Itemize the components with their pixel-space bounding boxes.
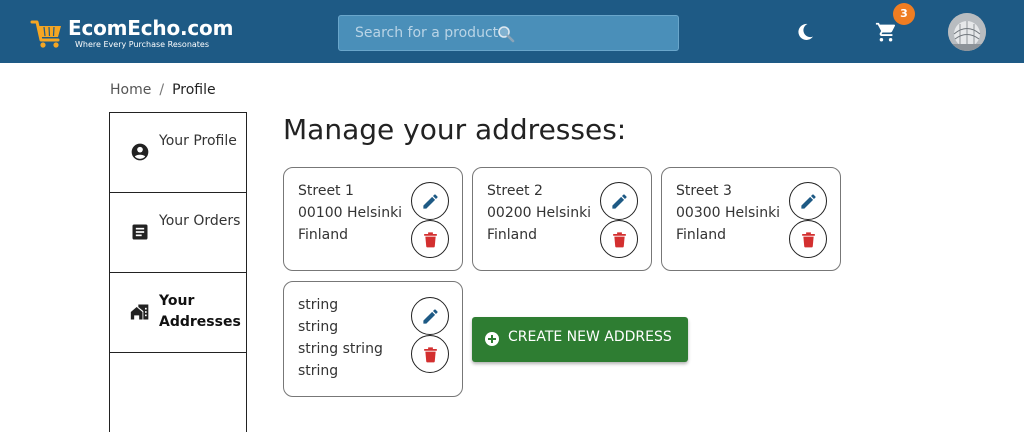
cart-logo-icon <box>30 20 61 48</box>
logo-title: EcomEcho.com <box>68 16 234 40</box>
cart-icon[interactable] <box>875 21 897 43</box>
logo-tagline: Where Every Purchase Resonates <box>75 40 210 49</box>
trash-icon <box>424 232 437 248</box>
edit-address-button[interactable] <box>411 182 449 220</box>
pencil-icon <box>801 194 816 209</box>
search-placeholder: Search for a product <box>355 25 499 41</box>
address-line: string <box>298 363 339 379</box>
avatar[interactable] <box>948 13 986 51</box>
address-line: string <box>298 319 339 335</box>
address-line: 00100 Helsinki <box>298 205 403 221</box>
list-alt-icon <box>132 224 148 240</box>
address-line: 00200 Helsinki <box>487 205 592 221</box>
sidebar-item-orders[interactable]: Your Orders <box>110 193 246 273</box>
breadcrumb-home[interactable]: Home <box>110 82 151 98</box>
app-header: EcomEcho.com Where Every Purchase Resona… <box>0 0 1024 63</box>
address-line: Finland <box>487 227 538 243</box>
moon-icon[interactable] <box>795 22 815 42</box>
address-line: Street 2 <box>487 183 543 199</box>
delete-address-button[interactable] <box>411 220 449 258</box>
delete-address-button[interactable] <box>789 220 827 258</box>
address-line: Finland <box>298 227 349 243</box>
address-card: Street 2 00200 Helsinki Finland <box>472 167 652 271</box>
search-input[interactable]: Search for a product <box>338 15 679 51</box>
delete-address-button[interactable] <box>600 220 638 258</box>
account-circle-icon <box>131 143 149 161</box>
trash-icon <box>802 232 815 248</box>
breadcrumb-current: Profile <box>172 82 216 98</box>
address-card: string string string string string <box>283 281 463 397</box>
address-line: Street 1 <box>298 183 354 199</box>
address-line: string string <box>298 341 383 357</box>
sidebar-item-label: Your Addresses <box>159 293 241 330</box>
sidebar-item-label: Your Orders <box>159 213 241 229</box>
breadcrumb: Home / Profile <box>110 82 216 98</box>
sidebar-item-profile[interactable]: Your Profile <box>110 113 246 193</box>
edit-address-button[interactable] <box>789 182 827 220</box>
pencil-icon <box>612 194 627 209</box>
sidebar-item-label: Your Profile <box>159 133 237 149</box>
edit-address-button[interactable] <box>411 297 449 335</box>
pencil-icon <box>423 194 438 209</box>
edit-address-button[interactable] <box>600 182 638 220</box>
create-new-address-button[interactable]: CREATE NEW ADDRESS <box>472 317 688 362</box>
create-button-label: CREATE NEW ADDRESS <box>508 329 672 345</box>
trash-icon <box>613 232 626 248</box>
address-card: Street 1 00100 Helsinki Finland <box>283 167 463 271</box>
profile-sidebar: Your Profile Your Orders Your Addresses <box>109 112 247 432</box>
home-work-icon <box>130 304 149 320</box>
search-icon <box>498 26 515 43</box>
logo[interactable]: EcomEcho.com Where Every Purchase Resona… <box>30 14 234 52</box>
pencil-icon <box>423 309 438 324</box>
cart-count-badge: 3 <box>893 3 915 25</box>
address-line: Street 3 <box>676 183 732 199</box>
add-circle-icon <box>485 332 499 346</box>
page-title: Manage your addresses: <box>283 113 627 146</box>
address-line: 00300 Helsinki <box>676 205 781 221</box>
address-line: string <box>298 297 339 313</box>
sidebar-item-addresses[interactable]: Your Addresses <box>110 273 246 353</box>
address-card: Street 3 00300 Helsinki Finland <box>661 167 841 271</box>
delete-address-button[interactable] <box>411 335 449 373</box>
address-line: Finland <box>676 227 727 243</box>
trash-icon <box>424 347 437 363</box>
breadcrumb-separator: / <box>159 82 165 98</box>
